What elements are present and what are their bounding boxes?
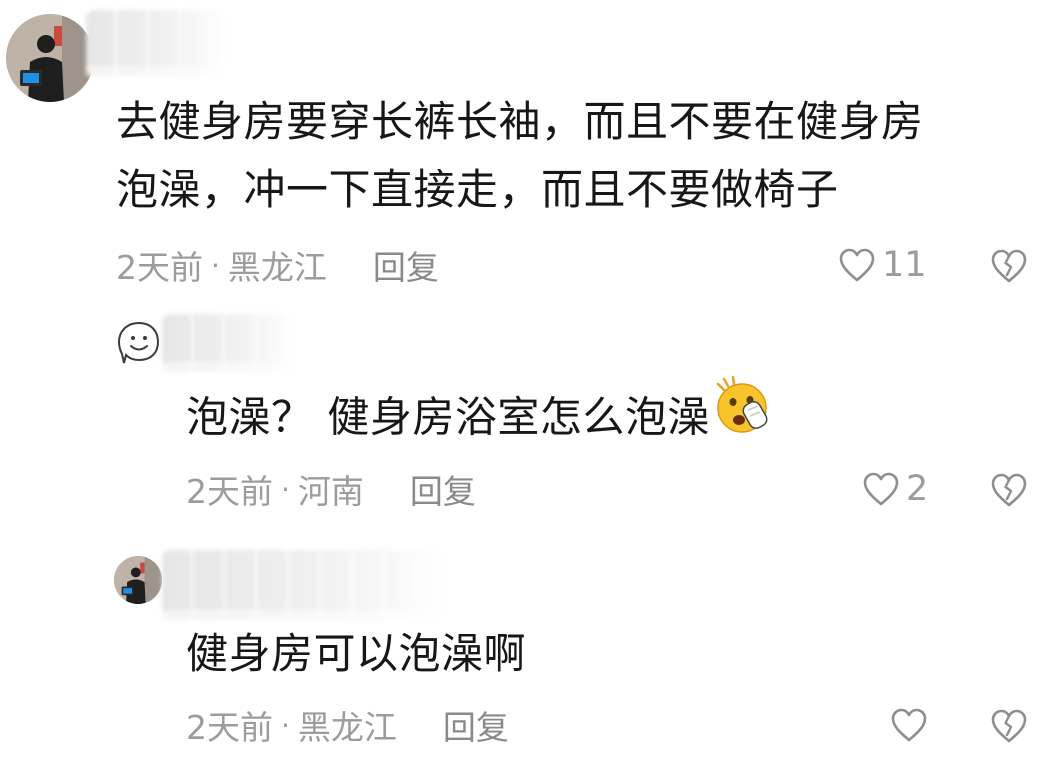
comment-location: 河南 [297, 472, 364, 511]
meta-separator: · [281, 472, 290, 506]
user-avatar[interactable] [114, 556, 162, 604]
comment-time: 2天前 [186, 472, 273, 511]
default-avatar[interactable] [114, 318, 164, 368]
comment-location: 黑龙江 [297, 708, 397, 747]
dislike-button[interactable] [990, 708, 1028, 748]
meta-separator: · [281, 708, 290, 742]
username-blurred[interactable] [86, 10, 226, 76]
like-button[interactable]: 11 [838, 244, 927, 286]
broken-heart-icon [991, 249, 1027, 283]
like-count: 2 [906, 469, 929, 509]
shocked-face-emoji [712, 375, 774, 456]
like-count: 11 [882, 245, 927, 285]
broken-heart-icon [991, 709, 1027, 743]
comment-meta: 2天前 · 河南 回复 [186, 465, 476, 513]
username-blurred[interactable] [162, 550, 444, 620]
like-button[interactable] [890, 704, 934, 746]
reply-button[interactable]: 回复 [373, 241, 439, 289]
reply-button[interactable]: 回复 [410, 465, 476, 513]
heart-outline-icon [839, 248, 875, 282]
comment-location: 黑龙江 [227, 248, 327, 287]
comment-meta: 2天前 · 黑龙江 回复 [116, 241, 439, 289]
comment-text: 健身房可以泡澡啊 [186, 629, 527, 678]
like-button[interactable]: 2 [862, 468, 928, 510]
broken-heart-icon [991, 473, 1027, 507]
comment-time: 2天前 [116, 248, 203, 287]
user-photo [6, 14, 94, 102]
dislike-button[interactable] [990, 248, 1028, 288]
comment-text: 去健身房要穿长裤长袖，而且不要在健身房 泡澡，冲一下直接走，而且不要做椅子 [116, 97, 924, 214]
heart-outline-icon [891, 708, 927, 742]
user-photo [114, 556, 162, 604]
reply-button[interactable]: 回复 [443, 701, 509, 749]
user-avatar[interactable] [6, 14, 94, 102]
comment-text: 泡澡？ 健身房浴室怎么泡澡 [186, 375, 774, 460]
comment-time: 2天前 [186, 708, 273, 747]
comment-meta: 2天前 · 黑龙江 回复 [186, 701, 509, 749]
username-blurred[interactable] [162, 314, 296, 372]
dislike-button[interactable] [990, 472, 1028, 512]
heart-outline-icon [863, 472, 899, 506]
smiley-face-avatar [117, 321, 160, 364]
meta-separator: · [211, 248, 220, 282]
